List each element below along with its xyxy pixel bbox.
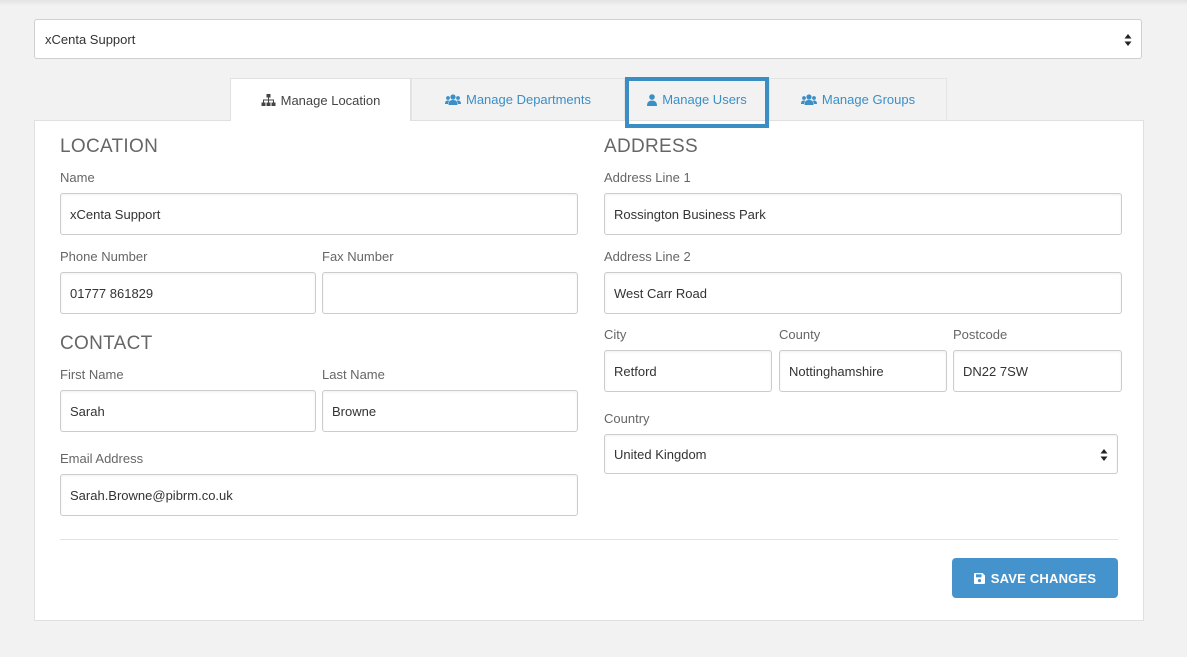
first-name-value: Sarah — [70, 403, 105, 419]
county-field[interactable]: Nottinghamshire — [779, 350, 947, 392]
country-value: United Kingdom — [614, 446, 707, 462]
name-label: Name — [60, 170, 95, 185]
address-line2-value: West Carr Road — [614, 285, 707, 301]
tab-label: Manage Departments — [465, 92, 591, 107]
location-heading: LOCATION — [60, 136, 159, 157]
users-icon — [800, 94, 817, 105]
email-label: Email Address — [60, 451, 144, 466]
fax-label: Fax Number — [322, 249, 394, 264]
county-label: County — [779, 327, 821, 342]
top-shadow — [0, 0, 1187, 6]
location-form-panel: LOCATION Name xCenta Support Phone Numbe… — [34, 120, 1144, 621]
first-name-field[interactable]: Sarah — [60, 390, 316, 432]
users-icon — [444, 94, 461, 105]
postcode-value: DN22 7SW — [963, 363, 1029, 379]
country-select[interactable]: United Kingdom — [604, 434, 1118, 474]
tab-label: Manage Groups — [821, 92, 916, 107]
form-divider — [60, 539, 1118, 540]
tab-manage-users[interactable]: Manage Users — [625, 78, 769, 120]
select-arrows-icon — [1124, 34, 1132, 46]
save-changes-label: SAVE CHANGES — [990, 570, 1097, 586]
address-line2-label: Address Line 2 — [604, 249, 691, 264]
postcode-label: Postcode — [953, 327, 1008, 342]
phone-field[interactable]: 01777 861829 — [60, 272, 316, 314]
contact-heading: CONTACT — [60, 333, 153, 354]
user-icon — [647, 93, 658, 106]
select-arrows-icon — [1100, 449, 1108, 461]
email-value: Sarah.Browne@pibrm.co.uk — [70, 487, 233, 503]
country-label: Country — [604, 411, 650, 426]
last-name-field[interactable]: Browne — [322, 390, 578, 432]
fax-field[interactable] — [322, 272, 578, 314]
city-value: Retford — [614, 363, 657, 379]
floppy-disk-icon — [973, 572, 985, 584]
tab-manage-location[interactable]: Manage Location — [230, 78, 411, 121]
county-value: Nottinghamshire — [789, 363, 884, 379]
name-value: xCenta Support — [70, 206, 161, 222]
address-line1-label: Address Line 1 — [604, 170, 691, 185]
last-name-label: Last Name — [322, 367, 385, 382]
tab-manage-groups[interactable]: Manage Groups — [769, 78, 947, 120]
phone-label: Phone Number — [60, 249, 148, 264]
tab-manage-departments[interactable]: Manage Departments — [411, 78, 625, 120]
location-select[interactable]: xCenta Support — [34, 19, 1142, 59]
postcode-field[interactable]: DN22 7SW — [953, 350, 1122, 392]
name-field[interactable]: xCenta Support — [60, 193, 578, 235]
location-select-value: xCenta Support — [45, 31, 136, 47]
last-name-value: Browne — [332, 403, 377, 419]
address-heading: ADDRESS — [604, 136, 698, 157]
city-label: City — [604, 327, 627, 342]
address-line1-value: Rossington Business Park — [614, 206, 766, 222]
address-line2-field[interactable]: West Carr Road — [604, 272, 1122, 314]
tab-label: Manage Users — [662, 92, 747, 107]
address-line1-field[interactable]: Rossington Business Park — [604, 193, 1122, 235]
sitemap-icon — [261, 94, 276, 106]
email-field[interactable]: Sarah.Browne@pibrm.co.uk — [60, 474, 578, 516]
city-field[interactable]: Retford — [604, 350, 772, 392]
phone-value: 01777 861829 — [70, 285, 154, 301]
save-changes-button[interactable]: SAVE CHANGES — [952, 558, 1118, 598]
first-name-label: First Name — [60, 367, 124, 382]
tab-label: Manage Location — [280, 92, 381, 108]
